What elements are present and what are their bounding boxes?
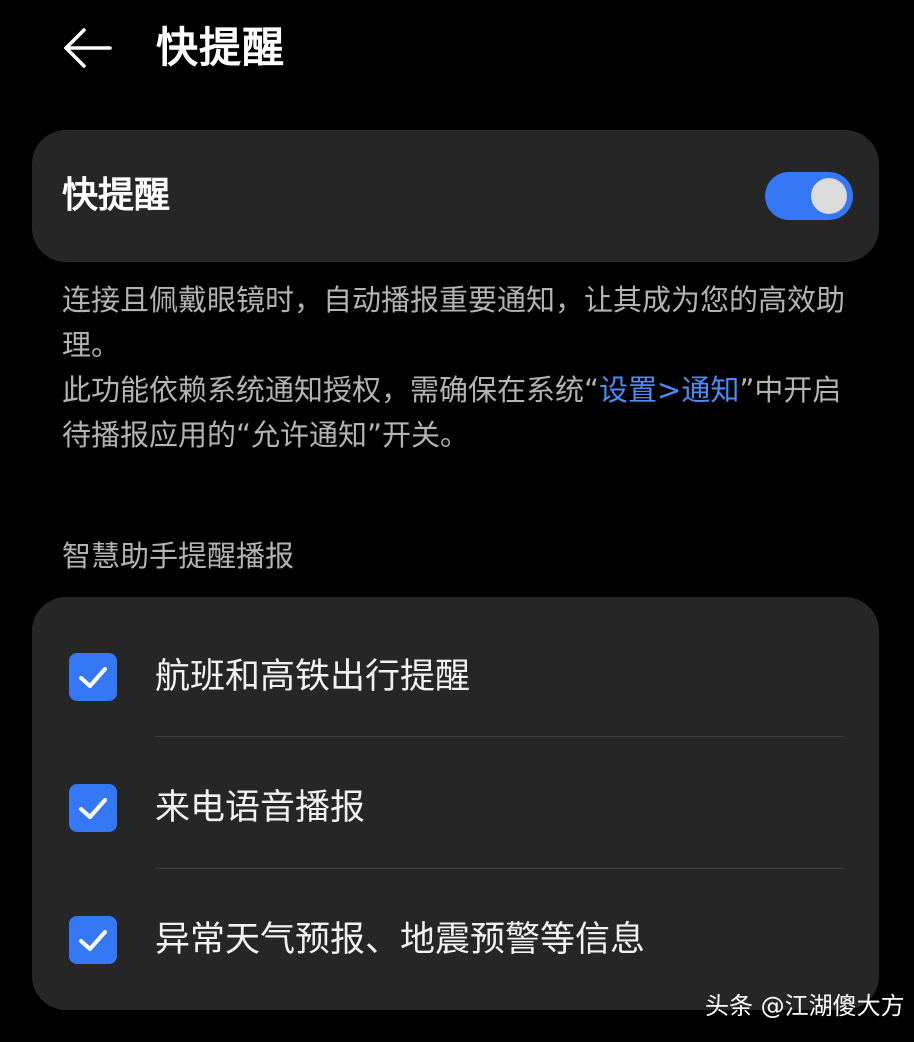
back-button[interactable] bbox=[58, 20, 118, 76]
checkbox-checked[interactable] bbox=[69, 916, 117, 964]
quick-reminder-switch[interactable] bbox=[765, 172, 853, 220]
reminder-options-card: 航班和高铁出行提醒 来电语音播报 异常天气预报、地震预警等信息 bbox=[32, 597, 879, 1010]
description: 连接且佩戴眼镜时，自动播报重要通知，让其成为您的高效助理。 此功能依赖系统通知授… bbox=[62, 278, 862, 458]
arrow-left-icon bbox=[58, 20, 118, 76]
check-icon bbox=[69, 653, 117, 701]
checkbox-checked[interactable] bbox=[69, 784, 117, 832]
check-icon bbox=[69, 784, 117, 832]
divider bbox=[155, 868, 843, 869]
description-text-before: 此功能依赖系统通知授权，需确保在系统“ bbox=[62, 373, 600, 407]
quick-reminder-card: 快提醒 bbox=[32, 130, 879, 262]
option-weather-earthquake[interactable]: 异常天气预报、地震预警等信息 bbox=[32, 870, 879, 1002]
section-title: 智慧助手提醒播报 bbox=[62, 539, 295, 573]
option-label: 航班和高铁出行提醒 bbox=[155, 657, 471, 697]
check-icon bbox=[69, 916, 117, 964]
option-label: 异常天气预报、地震预警等信息 bbox=[155, 920, 646, 960]
settings-notification-link[interactable]: 设置>通知 bbox=[599, 373, 739, 407]
divider bbox=[155, 736, 843, 737]
header: 快提醒 bbox=[0, 0, 914, 96]
option-label: 来电语音播报 bbox=[155, 788, 366, 828]
page-title: 快提醒 bbox=[156, 23, 286, 72]
quick-reminder-label: 快提醒 bbox=[62, 175, 171, 216]
option-incoming-call[interactable]: 来电语音播报 bbox=[32, 738, 879, 870]
option-flight-train[interactable]: 航班和高铁出行提醒 bbox=[32, 607, 879, 739]
checkbox-checked[interactable] bbox=[69, 653, 117, 701]
watermark: 头条 @江湖傻大方 bbox=[705, 992, 905, 1020]
switch-knob bbox=[811, 178, 847, 214]
description-line-2: 此功能依赖系统通知授权，需确保在系统“设置>通知”中开启待播报应用的“允许通知”… bbox=[62, 368, 862, 458]
description-line-1: 连接且佩戴眼镜时，自动播报重要通知，让其成为您的高效助理。 bbox=[62, 283, 846, 362]
